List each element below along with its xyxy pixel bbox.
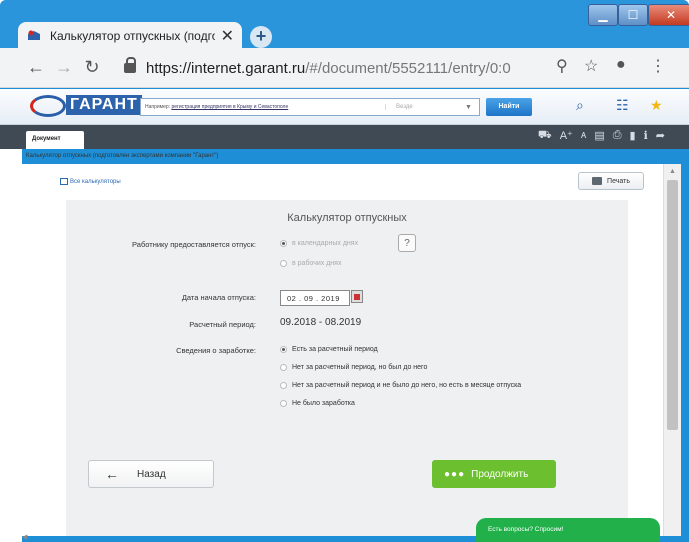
vertical-scrollbar[interactable]: ▲	[663, 164, 681, 536]
chevron-down-icon[interactable]: ▼	[465, 104, 479, 111]
radio-dot	[280, 364, 287, 371]
reload-icon[interactable]: ↻	[78, 57, 106, 78]
search-hint-prefix: Например:	[145, 104, 171, 110]
share-icon[interactable]: ➦	[656, 129, 665, 143]
car-icon[interactable]: ⛟	[538, 129, 552, 143]
page-title: Калькулятор отпускных	[287, 212, 407, 224]
users-icon[interactable]: ☷	[616, 97, 629, 114]
url-host: https://internet.garant.ru	[146, 59, 306, 77]
chat-widget[interactable]: Есть вопросы? Спросим!	[476, 518, 660, 542]
scroll-left-icon[interactable]: ◀	[22, 533, 27, 541]
list-icon[interactable]: ▤	[594, 129, 604, 143]
profile-icon[interactable]: ●	[616, 56, 626, 74]
radio-label: Не было заработка	[292, 400, 355, 407]
find-button[interactable]: Найти	[486, 98, 532, 116]
close-window-button[interactable]: ✕	[648, 4, 689, 26]
browser-tab[interactable]: Калькулятор отпускных (подгото ✕	[18, 22, 242, 50]
info-icon[interactable]: ℹ	[644, 129, 648, 143]
new-tab-button[interactable]: +	[250, 26, 272, 48]
url-path: /#/document/5552111/entry/0:0	[305, 59, 511, 77]
radio-label: в календарных днях	[292, 240, 359, 247]
back-arrow-icon[interactable]: ←	[22, 57, 50, 78]
window-border	[681, 149, 689, 542]
radio-dot	[280, 260, 287, 267]
font-size-icon[interactable]: A⁺	[560, 129, 573, 143]
radio-earnings-4[interactable]: Не было заработка	[280, 400, 355, 407]
maximize-button[interactable]: ☐	[618, 4, 648, 26]
help-button[interactable]: ?	[398, 234, 416, 252]
tab-title: Калькулятор отпускных (подгото	[50, 29, 215, 43]
radio-label: Нет за расчетный период, но был до него	[292, 364, 428, 371]
book-icon[interactable]: ▮	[630, 129, 636, 143]
search-list-icon[interactable]: ⌕	[576, 97, 584, 114]
back-button[interactable]: ← Назад	[88, 460, 214, 488]
calendar-icon[interactable]	[351, 290, 363, 303]
print-icon[interactable]: ⎙	[613, 129, 622, 143]
tab-document[interactable]: Документ	[26, 131, 84, 149]
left-margin	[0, 149, 22, 542]
back-label: Назад	[137, 468, 166, 480]
minimize-button[interactable]: ▁	[588, 4, 618, 26]
radio-dot	[280, 240, 287, 247]
radio-label: в рабочих днях	[292, 260, 342, 267]
calculator-icon	[60, 178, 68, 185]
start-date-label: Дата начала отпуска:	[181, 293, 256, 302]
dots-icon: ●●●	[444, 468, 466, 480]
search-input[interactable]: Например: регистрация предприятия в Крым…	[140, 98, 480, 116]
lock-icon	[124, 57, 136, 73]
garant-favicon-icon	[26, 28, 42, 44]
radio-label: Нет за расчетный период и не было до нег…	[292, 382, 522, 389]
radio-dot	[280, 382, 287, 389]
print-label: Печать	[607, 177, 630, 185]
radio-label: Есть за расчетный период	[292, 346, 378, 353]
start-date-field[interactable]: 02 . 09 . 2019	[280, 290, 350, 306]
radio-earnings-1[interactable]: Есть за расчетный период	[280, 346, 378, 353]
printer-icon	[592, 177, 603, 185]
bookmark-star-icon[interactable]: ☆	[584, 56, 598, 76]
arrow-left-icon: ←	[105, 466, 119, 482]
browser-toolbar: ← → ↻ https://internet.garant.ru/#/docum…	[0, 48, 689, 88]
document-content: Все калькуляторы Печать Калькулятор отпу…	[22, 164, 663, 536]
radio-dot	[280, 400, 287, 407]
garant-header: ГАРАНТ Например: регистрация предприятия…	[0, 89, 689, 125]
menu-icon[interactable]: ⋮	[650, 56, 666, 76]
print-button[interactable]: Печать	[578, 172, 644, 190]
all-calculators-link[interactable]: Все калькуляторы	[60, 178, 121, 185]
scrollbar-thumb[interactable]	[667, 180, 678, 430]
continue-label: Продолжить	[471, 468, 529, 480]
garant-logo[interactable]: ГАРАНТ	[30, 93, 142, 121]
all-calculators-label: Все калькуляторы	[70, 178, 121, 185]
period-label: Расчетный период:	[189, 320, 256, 329]
radio-earnings-3[interactable]: Нет за расчетный период и не было до нег…	[280, 382, 521, 389]
document-tab-bar: Документ ⛟ A⁺ ᴀ ▤ ⎙ ▮ ℹ ➦	[0, 125, 689, 149]
search-scope[interactable]: Везде	[385, 104, 465, 110]
zoom-icon[interactable]: ⚲	[556, 56, 568, 76]
forward-arrow-icon[interactable]: →	[50, 57, 78, 78]
earnings-label: Сведения о заработке:	[176, 346, 256, 355]
favorites-star-icon[interactable]: ★	[650, 97, 663, 114]
radio-calendar-days[interactable]: в календарных днях	[280, 240, 358, 247]
logo-text: ГАРАНТ	[66, 95, 142, 115]
calculator-panel: Калькулятор отпускных Работнику предоста…	[66, 200, 628, 536]
scroll-up-icon[interactable]: ▲	[669, 168, 676, 175]
breadcrumb: Калькулятор отпускных (подготовлен экспе…	[26, 153, 219, 159]
search-hint-link[interactable]: регистрация предприятия в Крыму и Севаст…	[171, 104, 288, 110]
continue-button[interactable]: ●●● Продолжить	[432, 460, 556, 488]
title-bar: Калькулятор отпускных (подгото ✕ + ▁ ☐ ✕	[0, 0, 689, 50]
font-smaller-icon[interactable]: ᴀ	[581, 129, 586, 143]
address-bar[interactable]: https://internet.garant.ru/#/document/55…	[114, 54, 610, 82]
tab-close-icon[interactable]: ✕	[221, 26, 234, 46]
period-value: 09.2018 - 08.2019	[280, 317, 362, 328]
leave-type-label: Работнику предоставляется отпуск:	[132, 240, 256, 249]
radio-dot	[280, 346, 287, 353]
radio-working-days[interactable]: в рабочих днях	[280, 260, 341, 267]
radio-earnings-2[interactable]: Нет за расчетный период, но был до него	[280, 364, 427, 371]
